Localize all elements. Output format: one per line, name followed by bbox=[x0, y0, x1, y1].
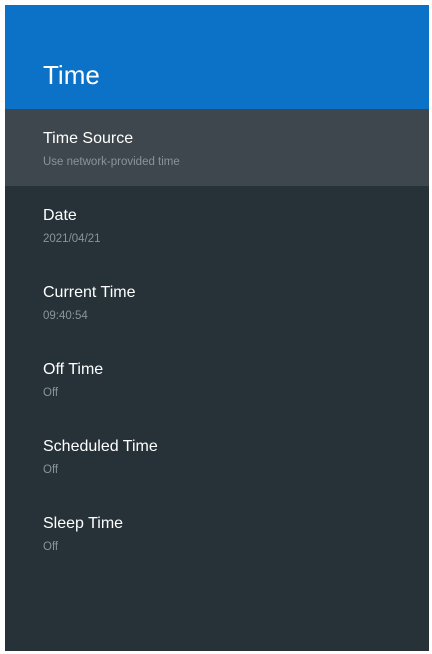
setting-item-date[interactable]: Date 2021/04/21 bbox=[5, 186, 429, 263]
setting-item-off-time[interactable]: Off Time Off bbox=[5, 340, 429, 417]
setting-title: Off Time bbox=[43, 361, 104, 378]
header-bar: Time bbox=[5, 5, 429, 109]
setting-value: Off bbox=[43, 387, 59, 399]
setting-title: Current Time bbox=[43, 284, 136, 301]
setting-item-time-source[interactable]: Time Source Use network-provided time bbox=[5, 109, 429, 186]
setting-value: 2021/04/21 bbox=[43, 233, 101, 245]
setting-value: 09:40:54 bbox=[43, 310, 88, 322]
setting-title: Time Source bbox=[43, 130, 134, 147]
setting-value: Off bbox=[43, 541, 59, 553]
page-title: Time bbox=[43, 60, 100, 90]
setting-value: Use network-provided time bbox=[43, 156, 180, 168]
setting-item-scheduled-time[interactable]: Scheduled Time Off bbox=[5, 417, 429, 494]
settings-list: Time Source Use network-provided time Da… bbox=[5, 109, 429, 571]
setting-item-sleep-time[interactable]: Sleep Time Off bbox=[5, 494, 429, 571]
setting-item-current-time[interactable]: Current Time 09:40:54 bbox=[5, 263, 429, 340]
settings-panel: Time Time Source Use network-provided ti… bbox=[5, 5, 429, 651]
setting-title: Date bbox=[43, 207, 77, 224]
setting-value: Off bbox=[43, 464, 59, 476]
setting-title: Scheduled Time bbox=[43, 438, 158, 455]
setting-title: Sleep Time bbox=[43, 515, 124, 532]
